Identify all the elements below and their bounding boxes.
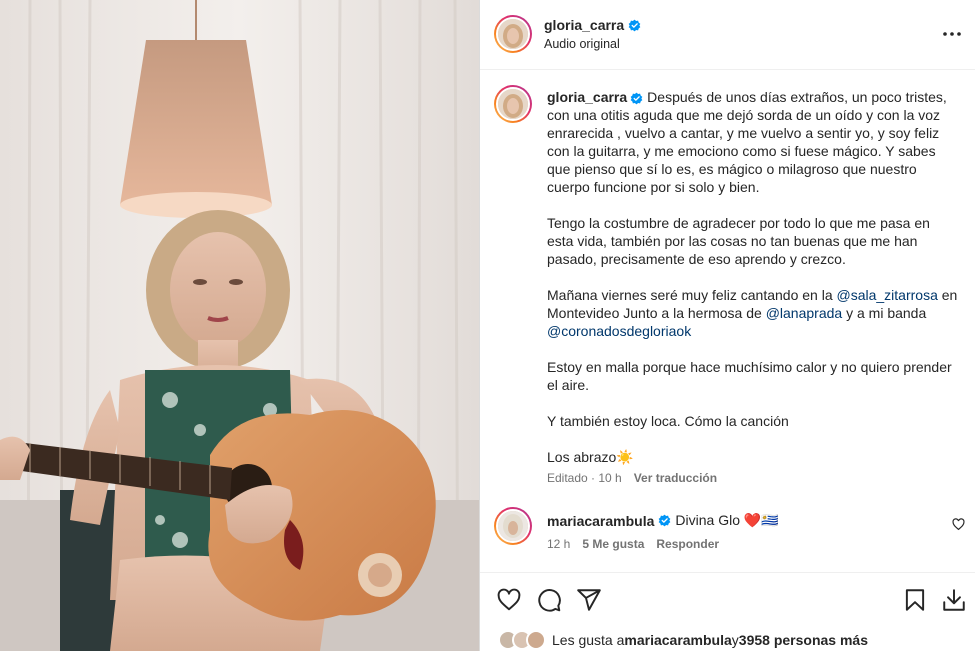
post-caption: gloria_carra Después de unos días extrañ… (547, 88, 959, 484)
caption-text-3c: y a mi banda (842, 305, 927, 321)
caption-paragraph-4: Estoy en malla porque hace muchísimo cal… (547, 359, 952, 393)
caption-avatar[interactable] (494, 85, 532, 123)
commenter-avatar[interactable] (494, 507, 532, 545)
comment-icon[interactable] (536, 587, 562, 613)
caption-paragraph-3: Mañana viernes seré muy feliz cantando e… (547, 286, 959, 340)
author-username[interactable]: gloria_carra (544, 17, 624, 33)
likes-middle: y (731, 632, 739, 648)
avatar-image (498, 89, 528, 119)
likes-summary: Les gusta a mariacarambula y 3958 person… (498, 630, 868, 650)
verified-icon (659, 514, 671, 527)
caption-text-3a: Mañana viernes seré muy feliz cantando e… (547, 287, 837, 303)
post-video[interactable] (0, 0, 479, 651)
share-icon[interactable] (576, 587, 602, 613)
author-name-row: gloria_carra (544, 17, 641, 33)
verified-icon (628, 19, 641, 31)
heart-icon[interactable] (952, 518, 965, 531)
avatar-image (498, 511, 528, 541)
post-sidebar: gloria_carra Audio original gloria_carra (479, 0, 975, 651)
comment-row: mariacarambula Divina Glo ❤️🇺🇾 (547, 512, 779, 529)
likes-prefix: Les gusta a (552, 632, 625, 648)
liker-avatar (526, 630, 546, 650)
likes-count[interactable]: 3958 personas más (739, 632, 868, 648)
audio-label[interactable]: Audio original (544, 37, 620, 51)
heart-icon[interactable] (496, 587, 522, 613)
action-bar: Les gusta a mariacarambula y 3958 person… (480, 572, 975, 651)
comment-reply-button[interactable]: Responder (656, 537, 719, 551)
post-header: gloria_carra Audio original (480, 0, 975, 70)
mention-lanaprada[interactable]: @lanaprada (766, 305, 843, 321)
edited-time: Editado · 10 h (547, 471, 622, 485)
avatar-image (498, 19, 528, 49)
mention-coronados[interactable]: @coronadosdegloriaok (547, 323, 691, 339)
mention-sala-zitarrosa[interactable]: @sala_zitarrosa (837, 287, 938, 303)
verified-icon (630, 92, 643, 105)
comment-likes[interactable]: 5 Me gusta (582, 537, 644, 551)
caption-paragraph-5: Y también estoy loca. Cómo la canción (547, 413, 789, 429)
video-frame (0, 0, 479, 651)
author-avatar[interactable] (494, 15, 532, 53)
download-icon[interactable] (941, 587, 967, 613)
see-translation-link[interactable]: Ver traducción (634, 471, 717, 485)
caption-meta: Editado · 10 h Ver traducción (547, 471, 717, 485)
caption-username[interactable]: gloria_carra (547, 89, 627, 105)
comment-username[interactable]: mariacarambula (547, 513, 654, 529)
bookmark-icon[interactable] (902, 587, 928, 613)
likes-user[interactable]: mariacarambula (624, 632, 731, 648)
comment-time: 12 h (547, 537, 571, 551)
caption-paragraph-2: Tengo la costumbre de agradecer por todo… (547, 215, 930, 267)
more-options-icon[interactable] (942, 24, 962, 44)
caption-paragraph-1: gloria_carra Después de unos días extrañ… (547, 88, 959, 196)
caption-paragraph-6: Los abrazo☀️ (547, 449, 634, 465)
comment-text: Divina Glo ❤️🇺🇾 (675, 512, 779, 528)
comment-meta: 12 h 5 Me gusta Responder (547, 537, 719, 551)
liker-avatars[interactable] (498, 630, 546, 650)
